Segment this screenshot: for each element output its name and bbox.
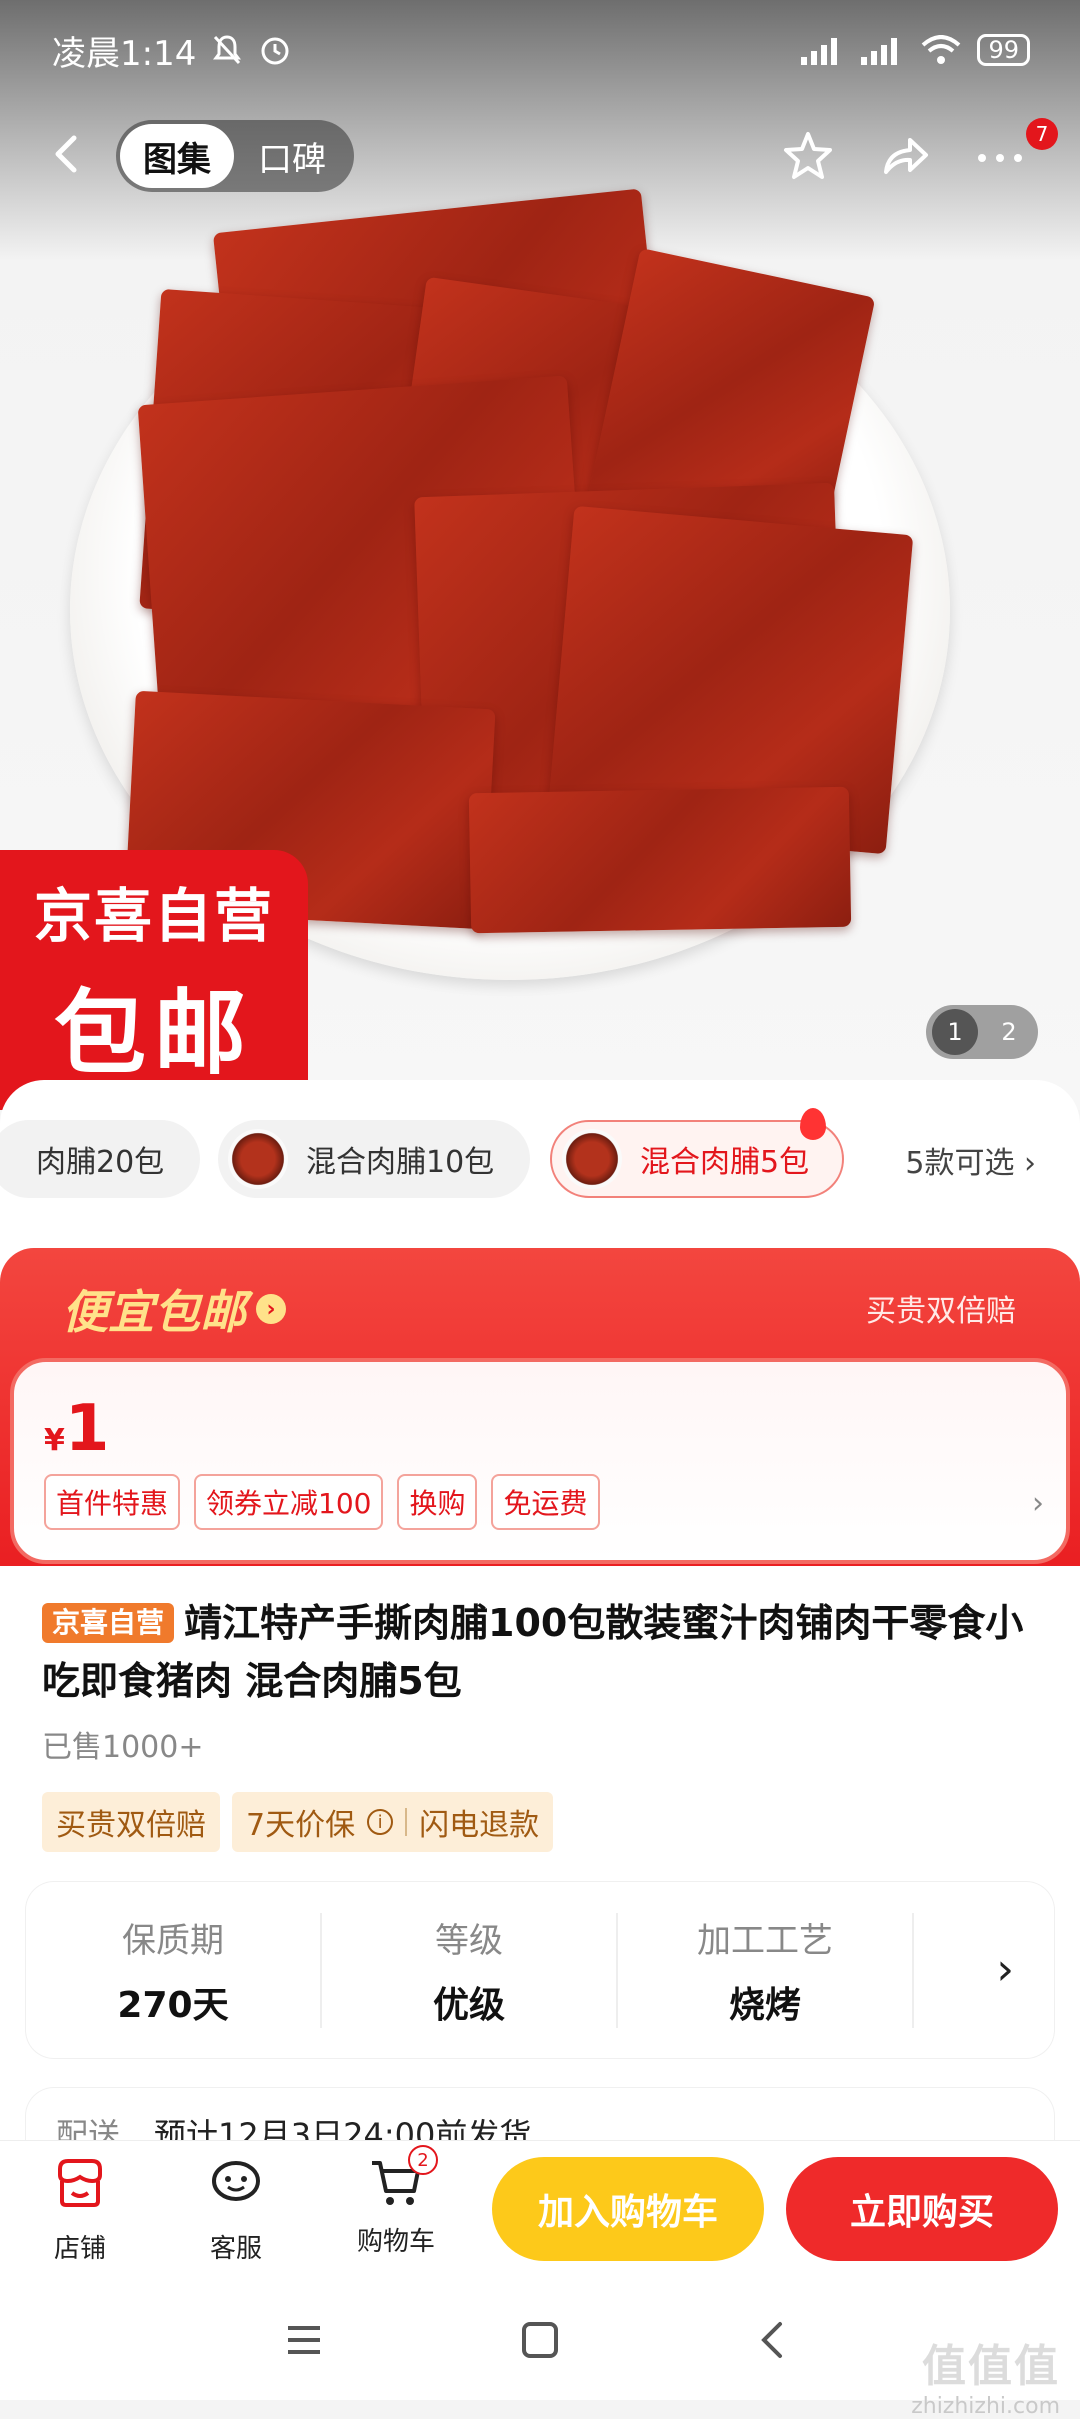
spec-item: 保质期 270天 <box>26 1912 322 2028</box>
watermark-url: zhizhizhi.com <box>911 2394 1060 2419</box>
customer-service-label: 客服 <box>209 2234 262 2264</box>
delivery-label: 配送 <box>56 2116 121 2140</box>
service-tags: 买贵双倍赔 7天价保 i 闪电退款 <box>42 1792 554 1852</box>
variant-selector: 肉脯20包 混合肉脯10包 混合肉脯5包 5款可选 › <box>0 1108 1080 1200</box>
promo-banner: 便宜包邮 › 买贵双倍赔 ¥1 首件特惠 领券立减100 换购 免运费 › <box>0 1248 1080 1566</box>
variant-chip[interactable]: 肉脯20包 <box>0 1120 200 1198</box>
wifi-icon <box>922 35 961 64</box>
chevron-right-icon: › <box>996 1944 1014 1995</box>
variant-thumbnail <box>562 1129 622 1189</box>
signal-icon <box>801 38 838 65</box>
spec-card[interactable]: 保质期 270天 等级 优级 加工工艺 烧烤 › <box>26 1882 1054 2058</box>
top-nav: 图集 口碑 7 <box>0 110 1080 200</box>
watermark: 值值值 zhizhizhi.com <box>911 2330 1060 2419</box>
back-nav-icon[interactable] <box>750 2316 798 2364</box>
product-title: 京喜自营 靖江特产手撕肉脯100包散装蜜汁肉铺肉干零食小吃即食猪肉 混合肉脯5包 <box>42 1594 1042 1710</box>
promo-tag: 免运费 <box>491 1474 600 1530</box>
promo-tags: 首件特惠 领券立减100 换购 免运费 <box>44 1474 600 1530</box>
variant-label: 混合肉脯10包 <box>306 1145 495 1180</box>
variant-label: 混合肉脯5包 <box>640 1145 810 1180</box>
variant-chip-selected[interactable]: 混合肉脯5包 <box>550 1108 844 1198</box>
variant-thumbnail <box>228 1129 288 1189</box>
more-icon[interactable] <box>972 128 1028 184</box>
star-favorite-icon[interactable] <box>780 128 836 184</box>
back-icon[interactable] <box>40 126 96 182</box>
pager-current: 1 <box>932 1009 978 1055</box>
promo-tag: 领券立减100 <box>194 1474 384 1530</box>
delivery-row[interactable]: 配送 预计12月3日24:00前发货 <box>26 2088 1054 2140</box>
customer-service-button[interactable]: 客服 <box>186 2155 286 2265</box>
tab-gallery[interactable]: 图集 <box>120 124 234 188</box>
price-guarantee-text: 买贵双倍赔 <box>866 1294 1016 1329</box>
badge-line2: 包邮 <box>53 979 254 1087</box>
currency-symbol: ¥ <box>44 1423 65 1458</box>
spec-key: 保质期 <box>122 1920 224 1961</box>
delivery-text: 预计12月3日24:00前发货 <box>154 2116 532 2140</box>
gallery-review-switch: 图集 口碑 <box>116 120 354 192</box>
promo-title-text: 便宜包邮 <box>62 1285 246 1339</box>
service-double-compensation[interactable]: 买贵双倍赔 <box>42 1792 220 1852</box>
spec-value: 优级 <box>432 1984 505 2026</box>
price-protect-label: 7天价保 <box>246 1808 356 1843</box>
customer-service-icon <box>212 2161 260 2201</box>
home-icon[interactable] <box>516 2316 564 2364</box>
add-to-cart-button[interactable]: 加入购物车 <box>492 2157 764 2261</box>
more-variants-link[interactable]: 5款可选 › <box>905 1138 1036 1182</box>
price: ¥1 <box>44 1392 109 1466</box>
cart-label: 购物车 <box>356 2227 435 2257</box>
variant-chip[interactable]: 混合肉脯10包 <box>218 1120 530 1198</box>
chevron-right-icon: › <box>1032 1486 1044 1521</box>
info-icon: i <box>367 1809 394 1835</box>
watermark-logo: 值值值 <box>922 2341 1060 2392</box>
product-title-text: 靖江特产手撕肉脯100包散装蜜汁肉铺肉干零食小吃即食猪肉 混合肉脯5包 <box>42 1601 1024 1703</box>
message-count-badge: 7 <box>1026 118 1058 150</box>
product-detail-sheet: 肉脯20包 混合肉脯10包 混合肉脯5包 5款可选 › 便宜包邮 › 买贵双倍赔… <box>0 1080 1080 2140</box>
spec-key: 加工工艺 <box>697 1920 833 1961</box>
bottom-action-bar: 店铺 客服 2 购物车 加入购物车 立即购买 <box>0 2140 1080 2278</box>
promo-tag: 换购 <box>397 1474 478 1530</box>
spec-value: 烧烤 <box>728 1984 801 2026</box>
badge-line1: 京喜自营 <box>33 881 274 950</box>
refund-label: 闪电退款 <box>419 1808 540 1843</box>
spec-key: 等级 <box>435 1920 503 1961</box>
chevron-right-icon: › <box>256 1294 286 1324</box>
buy-now-button[interactable]: 立即购买 <box>786 2157 1058 2261</box>
mute-icon <box>213 35 242 65</box>
variant-label: 肉脯20包 <box>36 1145 165 1180</box>
shop-type-tag: 京喜自营 <box>42 1603 175 1643</box>
service-price-protect[interactable]: 7天价保 i 闪电退款 <box>232 1792 554 1852</box>
shop-label: 店铺 <box>53 2234 106 2264</box>
menu-icon[interactable] <box>280 2316 328 2364</box>
tab-reviews[interactable]: 口碑 <box>234 132 350 181</box>
jerky-piece <box>468 786 852 934</box>
cart-count-badge: 2 <box>408 2145 438 2175</box>
price-card[interactable]: ¥1 首件特惠 领券立减100 换购 免运费 › <box>10 1358 1070 1564</box>
price-value: 1 <box>64 1392 110 1466</box>
spec-value: 270天 <box>117 1984 229 2026</box>
shop-button[interactable]: 店铺 <box>30 2155 130 2265</box>
hot-fire-icon <box>800 1108 826 1140</box>
image-pager: 1 2 <box>926 1005 1038 1059</box>
jingxi-free-shipping-badge: 京喜自营 包邮 <box>0 850 308 1110</box>
battery-icon: 99 <box>977 34 1030 66</box>
spec-item: 等级 优级 <box>322 1912 618 2028</box>
spec-item: 加工工艺 烧烤 <box>618 1912 914 2028</box>
promo-title[interactable]: 便宜包邮 › <box>62 1276 286 1342</box>
shop-icon <box>58 2159 102 2207</box>
signal-hd-icon <box>861 38 898 65</box>
cart-icon-wrap: 2 <box>368 2145 438 2211</box>
promo-tag: 首件特惠 <box>44 1474 181 1530</box>
pager-total: 2 <box>1001 1018 1017 1046</box>
cart-button[interactable]: 2 购物车 <box>346 2145 446 2258</box>
status-bar: 凌晨1:14 99 <box>0 0 1080 100</box>
alarm-icon <box>261 37 289 65</box>
share-icon[interactable] <box>876 128 932 184</box>
divider <box>405 1808 408 1836</box>
sold-count: 已售1000+ <box>42 1730 204 1765</box>
status-time: 凌晨1:14 <box>52 33 197 74</box>
